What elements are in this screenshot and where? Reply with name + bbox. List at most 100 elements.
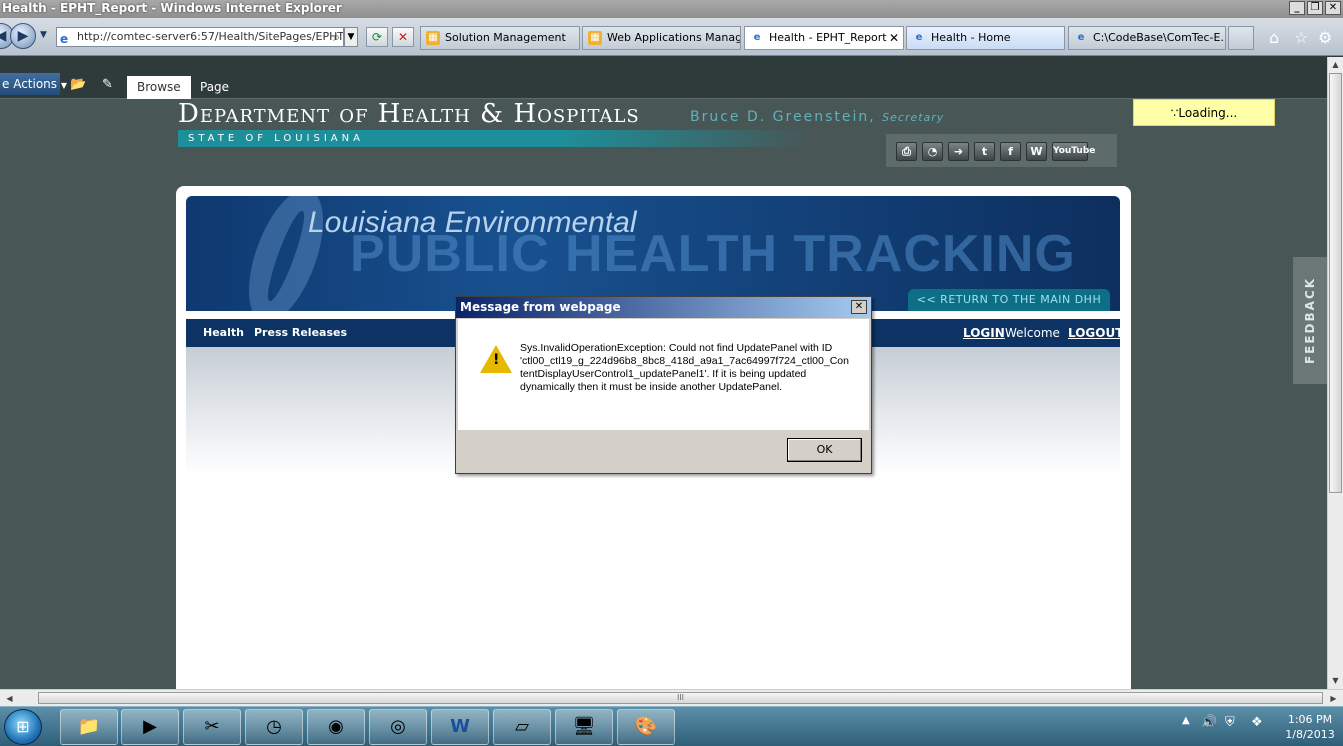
explorer-icon[interactable]: 📁 bbox=[60, 709, 118, 745]
dialog-body: ! Sys.InvalidOperationException: Could n… bbox=[458, 319, 869, 430]
ie-icon: e bbox=[753, 32, 761, 43]
feedback-tab[interactable]: FEEDBACK bbox=[1293, 257, 1327, 384]
loading-indicator: ∵Loading... bbox=[1133, 99, 1275, 126]
vertical-scroll-thumb[interactable] bbox=[1329, 73, 1342, 493]
print-icon[interactable]: ⎙ bbox=[896, 142, 917, 161]
loading-text: Loading... bbox=[1178, 106, 1238, 120]
scroll-up-icon[interactable]: ▲ bbox=[1328, 57, 1343, 72]
maximize-button[interactable]: ❐ bbox=[1307, 1, 1323, 15]
vertical-scrollbar[interactable]: ▲ ▼ bbox=[1327, 57, 1343, 689]
browser-navbar: ◀ ▶ ▼ e http://comtec-server6:57/Health/… bbox=[0, 18, 1343, 56]
ok-button[interactable]: OK bbox=[787, 438, 862, 462]
window-title: Health - EPHT_Report - Windows Internet … bbox=[2, 1, 342, 15]
ie-icon: e bbox=[1077, 32, 1085, 43]
media-player-icon[interactable]: ▶ bbox=[121, 709, 179, 745]
scroll-left-icon[interactable]: ◀ bbox=[2, 691, 17, 706]
show-hidden-icons[interactable]: ▲ bbox=[1182, 715, 1190, 726]
volume-icon[interactable]: 🔊 bbox=[1201, 715, 1217, 730]
share-icon[interactable]: ➜ bbox=[948, 142, 969, 161]
security-icon[interactable]: ⛨ bbox=[1225, 715, 1235, 730]
wikipedia-icon[interactable]: W bbox=[1026, 142, 1047, 161]
address-bar[interactable]: e http://comtec-server6:57/Health/SitePa… bbox=[56, 27, 344, 47]
site-actions-label: e Actions bbox=[2, 77, 58, 91]
tab-web-applications[interactable]: ▦ Web Applications Manag... bbox=[582, 26, 741, 50]
welcome-text: Welcome bbox=[1005, 326, 1060, 340]
history-dropdown-icon[interactable]: ▼ bbox=[40, 30, 47, 40]
tab-label: Web Applications Manag... bbox=[607, 31, 741, 44]
paint-icon[interactable]: 🎨 bbox=[617, 709, 675, 745]
site-actions-menu[interactable]: e Actions ▼ bbox=[0, 73, 67, 95]
address-text: http://comtec-server6:57/Health/SitePage… bbox=[77, 30, 344, 43]
navigate-up-icon[interactable]: 📂 bbox=[70, 77, 86, 92]
firefox-icon[interactable]: ◉ bbox=[307, 709, 365, 745]
ie-icon: e bbox=[915, 32, 923, 43]
banner-subtitle: PUBLIC HEALTH TRACKING bbox=[350, 225, 1076, 283]
tools-gear-icon[interactable]: ⚙ bbox=[1318, 28, 1332, 47]
facebook-icon[interactable]: f bbox=[1000, 142, 1021, 161]
start-button[interactable]: ⊞ bbox=[4, 709, 42, 745]
close-window-button[interactable]: ✕ bbox=[1325, 1, 1341, 15]
department-title: Department of Health & Hospitals bbox=[178, 99, 640, 129]
windows-taskbar: ⊞ 📁 ▶ ✂ ◷ ◉ ◎ W ▱ 🖥 🎨 ▲ 🔊 ⛨ ❖ 1:06 PM 1/… bbox=[0, 706, 1343, 746]
state-bar: STATE OF LOUISIANA bbox=[178, 130, 813, 147]
secretary-title: Secretary bbox=[882, 111, 945, 124]
snippet-icon[interactable]: ✂ bbox=[183, 709, 241, 745]
sharepoint-ribbon: e Actions ▼ 📂 ✎ Browse Page bbox=[0, 57, 1327, 99]
warning-exclamation: ! bbox=[493, 352, 500, 368]
horizontal-scroll-thumb[interactable]: III bbox=[38, 692, 1323, 704]
dialog-message: Sys.InvalidOperationException: Could not… bbox=[520, 342, 849, 393]
favorites-star-icon[interactable]: ☆ bbox=[1294, 28, 1308, 47]
ie-icon: e bbox=[60, 32, 69, 46]
horizontal-scrollbar[interactable]: ◀ III ▶ bbox=[0, 689, 1343, 706]
remote-desktop-icon[interactable]: 🖥 bbox=[555, 709, 613, 745]
sharepoint-icon: ▦ bbox=[426, 31, 440, 45]
dialog-close-button[interactable]: ✕ bbox=[851, 300, 867, 314]
tab-health-home[interactable]: e Health - Home bbox=[906, 26, 1065, 50]
feedback-label: FEEDBACK bbox=[1303, 276, 1317, 365]
notes-icon[interactable]: ▱ bbox=[493, 709, 551, 745]
tab-label: Solution Management bbox=[445, 31, 566, 44]
tab-label: Health - Home bbox=[931, 31, 1011, 44]
dropbox-icon[interactable]: ❖ bbox=[1251, 715, 1263, 730]
tab-label: C:\CodeBase\ComTec-E... bbox=[1093, 31, 1226, 44]
tab-page[interactable]: Page bbox=[190, 76, 239, 99]
youtube-icon[interactable]: YouTube bbox=[1052, 142, 1095, 161]
tab-codebase[interactable]: e C:\CodeBase\ComTec-E... bbox=[1068, 26, 1226, 50]
chevron-down-icon: ▼ bbox=[60, 81, 68, 90]
scroll-right-icon[interactable]: ▶ bbox=[1326, 691, 1341, 706]
menu-press-releases[interactable]: Press Releases bbox=[254, 326, 347, 339]
epht-banner: Louisiana Environmental PUBLIC HEALTH TR… bbox=[186, 196, 1120, 311]
address-dropdown-button[interactable]: ▼ bbox=[344, 27, 358, 47]
window-titlebar: Health - EPHT_Report - Windows Internet … bbox=[0, 0, 1343, 18]
twitter-icon[interactable]: t bbox=[974, 142, 995, 161]
system-clock[interactable]: 1:06 PM 1/8/2013 bbox=[1280, 712, 1340, 742]
tab-health-epht-report[interactable]: e Health - EPHT_Report ✕ bbox=[744, 26, 904, 50]
social-toolbar: ⎙ ◔ ➜ t f W YouTube bbox=[886, 134, 1117, 167]
clock-time: 1:06 PM bbox=[1287, 713, 1333, 726]
scroll-down-icon[interactable]: ▼ bbox=[1328, 673, 1343, 688]
clock-date: 1/8/2013 bbox=[1285, 728, 1335, 741]
tab-browse[interactable]: Browse bbox=[127, 76, 191, 99]
minimize-button[interactable]: _ bbox=[1289, 1, 1305, 15]
refresh-button[interactable]: ⟳ bbox=[366, 27, 388, 47]
forward-button[interactable]: ▶ bbox=[10, 23, 36, 49]
tab-solution-management[interactable]: ▦ Solution Management bbox=[420, 26, 580, 50]
stop-button[interactable]: ✕ bbox=[392, 27, 414, 47]
sharepoint-icon: ▦ bbox=[588, 31, 602, 45]
home-icon[interactable]: ⌂ bbox=[1269, 28, 1279, 47]
tab-label: Health - EPHT_Report bbox=[769, 31, 887, 44]
secretary-name: Bruce D. Greenstein, Secretary bbox=[690, 109, 944, 125]
return-main-site-link[interactable]: << RETURN TO THE MAIN DHH SITE bbox=[908, 289, 1110, 311]
rss-icon[interactable]: ◔ bbox=[922, 142, 943, 161]
search-icon[interactable]: ⌕ bbox=[333, 28, 340, 46]
new-tab-button[interactable] bbox=[1228, 26, 1254, 50]
logout-link[interactable]: LOGOUT bbox=[1068, 326, 1123, 340]
word-icon[interactable]: W bbox=[431, 709, 489, 745]
edit-page-icon[interactable]: ✎ bbox=[102, 77, 113, 92]
menu-health[interactable]: Health bbox=[203, 326, 244, 339]
close-tab-icon[interactable]: ✕ bbox=[889, 27, 899, 49]
clock-icon[interactable]: ◷ bbox=[245, 709, 303, 745]
chrome-icon[interactable]: ◎ bbox=[369, 709, 427, 745]
login-link[interactable]: LOGIN bbox=[963, 326, 1005, 340]
dialog-title: Message from webpage bbox=[456, 297, 871, 318]
